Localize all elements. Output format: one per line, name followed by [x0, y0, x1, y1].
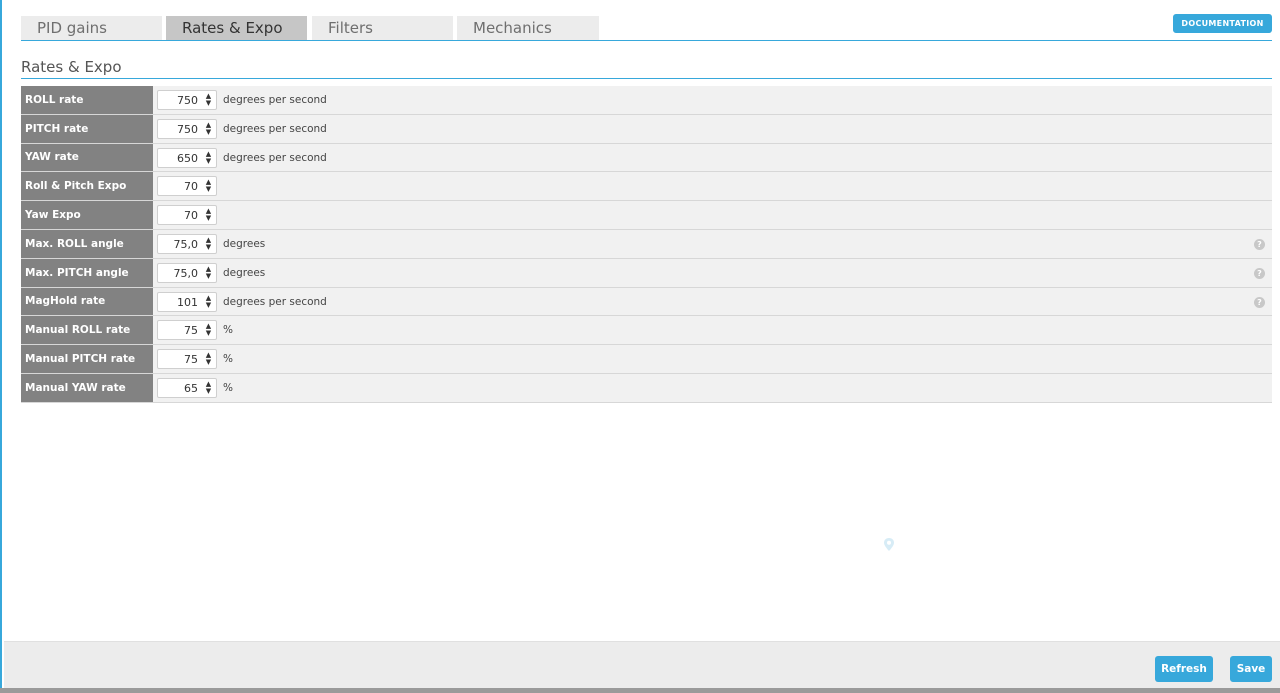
input-value: 101: [177, 295, 198, 309]
unit-label: degrees per second: [223, 295, 327, 308]
app-frame: PID gains Rates & Expo Filters Mechanics…: [0, 0, 1280, 693]
input-value: 75,0: [173, 266, 199, 280]
spinner-arrows-icon[interactable]: ▲ ▼: [204, 380, 213, 395]
spinner-arrows-icon[interactable]: ▲ ▼: [204, 93, 213, 107]
spinner-arrows-icon[interactable]: ▲ ▼: [204, 265, 213, 280]
input-value: 75: [184, 324, 198, 338]
spinner-arrows-icon[interactable]: ▲ ▼: [204, 179, 213, 193]
row-label: PITCH rate: [21, 114, 153, 143]
number-input[interactable]: 750 ▲ ▼: [157, 90, 217, 110]
spinner-arrows-icon[interactable]: ▲ ▼: [204, 121, 213, 136]
table-row: Manual ROLL rate 75 ▲ ▼%: [21, 316, 1272, 346]
number-input[interactable]: 70 ▲ ▼: [157, 176, 217, 197]
input-value: 75: [184, 353, 198, 367]
row-label: Manual PITCH rate: [21, 345, 153, 373]
table-row: Manual PITCH rate 75 ▲ ▼%: [21, 345, 1272, 374]
table-row: Max. PITCH angle 75,0 ▲ ▼ degrees?: [21, 258, 1272, 288]
input-value: 750: [177, 94, 198, 107]
number-input[interactable]: 75 ▲ ▼: [157, 349, 217, 370]
table-row: Manual YAW rate 65 ▲ ▼%: [21, 373, 1272, 403]
input-value: 70: [184, 209, 198, 223]
section-divider: [21, 78, 1272, 79]
table-row: Yaw Expo 70 ▲ ▼: [21, 201, 1272, 230]
map-marker-icon: [884, 538, 894, 551]
number-input[interactable]: 75,0 ▲ ▼: [157, 262, 217, 283]
footer-bar: Refresh Save: [4, 641, 1280, 693]
unit-label: %: [223, 324, 233, 337]
documentation-button[interactable]: DOCUMENTATION: [1173, 14, 1272, 33]
row-label: MagHold rate: [21, 287, 153, 316]
help-icon[interactable]: ?: [1254, 296, 1265, 308]
row-label: Manual ROLL rate: [21, 316, 153, 345]
tab-mechanics[interactable]: Mechanics: [457, 16, 599, 40]
number-input[interactable]: 75,0 ▲ ▼: [157, 233, 217, 254]
table-row: Max. ROLL angle 75,0 ▲ ▼ degrees?: [21, 229, 1272, 259]
help-icon[interactable]: ?: [1254, 267, 1265, 279]
spinner-arrows-icon[interactable]: ▲ ▼: [204, 150, 213, 165]
table-row: Roll & Pitch Expo 70 ▲ ▼: [21, 172, 1272, 202]
row-label: Roll & Pitch Expo: [21, 172, 153, 201]
number-input[interactable]: 650 ▲ ▼: [157, 147, 217, 168]
input-value: 70: [184, 180, 198, 194]
save-button[interactable]: Save: [1230, 656, 1272, 682]
spinner-arrows-icon[interactable]: ▲ ▼: [204, 208, 213, 222]
help-icon[interactable]: ?: [1254, 238, 1265, 250]
unit-label: degrees per second: [223, 151, 327, 164]
input-value: 650: [177, 151, 198, 165]
spinner-arrows-icon[interactable]: ▲ ▼: [204, 236, 213, 251]
unit-label: degrees per second: [223, 94, 327, 106]
row-label: Max. PITCH angle: [21, 258, 153, 287]
row-label: Manual YAW rate: [21, 373, 153, 402]
number-input[interactable]: 75 ▲ ▼: [157, 320, 217, 341]
table-row: PITCH rate 750 ▲ ▼ degrees per second: [21, 114, 1272, 144]
tab-rates-expo[interactable]: Rates & Expo: [166, 16, 307, 40]
spinner-arrows-icon[interactable]: ▲ ▼: [204, 294, 213, 309]
table-row: YAW rate 650 ▲ ▼ degrees per second: [21, 143, 1272, 173]
row-label: ROLL rate: [21, 86, 153, 114]
table-row: MagHold rate 101 ▲ ▼ degrees per second?: [21, 287, 1272, 317]
refresh-button[interactable]: Refresh: [1155, 656, 1213, 682]
row-label: Yaw Expo: [21, 201, 153, 229]
unit-label: degrees per second: [223, 122, 327, 135]
unit-label: degrees: [223, 266, 266, 279]
number-input[interactable]: 750 ▲ ▼: [157, 118, 217, 139]
number-input[interactable]: 70 ▲ ▼: [157, 205, 217, 226]
rates-table: ROLL rate 750 ▲ ▼ degrees per second PITCH ra…: [21, 86, 1272, 403]
spinner-arrows-icon[interactable]: ▲ ▼: [204, 352, 213, 366]
input-value: 65: [184, 381, 198, 395]
row-label: Max. ROLL angle: [21, 229, 153, 258]
taskbar-strip: [0, 688, 1280, 693]
table-row: ROLL rate 750 ▲ ▼ degrees per second: [21, 86, 1272, 115]
tab-filters[interactable]: Filters: [312, 16, 453, 40]
tab-pid-gains[interactable]: PID gains: [21, 16, 162, 40]
unit-label: %: [223, 381, 233, 394]
row-label: YAW rate: [21, 143, 153, 172]
spinner-arrows-icon[interactable]: ▲ ▼: [204, 323, 213, 337]
number-input[interactable]: 65 ▲ ▼: [157, 377, 217, 398]
input-value: 75,0: [173, 237, 199, 251]
tab-divider: [21, 40, 1272, 41]
unit-label: %: [223, 353, 233, 366]
number-input[interactable]: 101 ▲ ▼: [157, 291, 217, 312]
input-value: 750: [177, 122, 198, 136]
unit-label: degrees: [223, 237, 266, 250]
section-title: Rates & Expo: [21, 58, 122, 76]
